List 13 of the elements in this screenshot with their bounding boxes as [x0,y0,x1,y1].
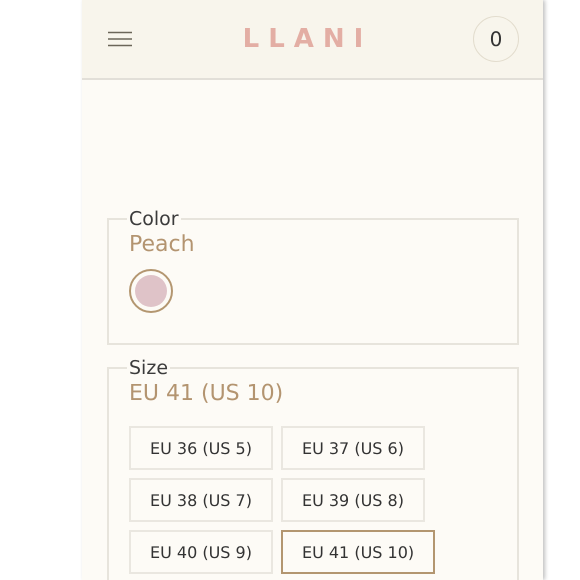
size-option[interactable]: EU 39 (US 8) [280,478,425,522]
cart-button[interactable]: 0 [472,16,519,62]
size-option[interactable]: EU 41 (US 10) [280,530,436,574]
color-swatch[interactable] [129,269,173,313]
color-legend: Color [127,208,181,230]
size-option[interactable]: EU 36 (US 5) [129,426,273,470]
size-option[interactable]: EU 40 (US 9) [129,530,273,574]
selected-size: EU 41 (US 10) [129,381,284,406]
size-option[interactable]: EU 37 (US 6) [280,426,425,470]
selected-color: Peach [129,232,196,257]
size-option[interactable]: EU 38 (US 7) [129,478,273,522]
menu-icon[interactable] [108,31,132,47]
size-legend: Size [127,357,170,379]
